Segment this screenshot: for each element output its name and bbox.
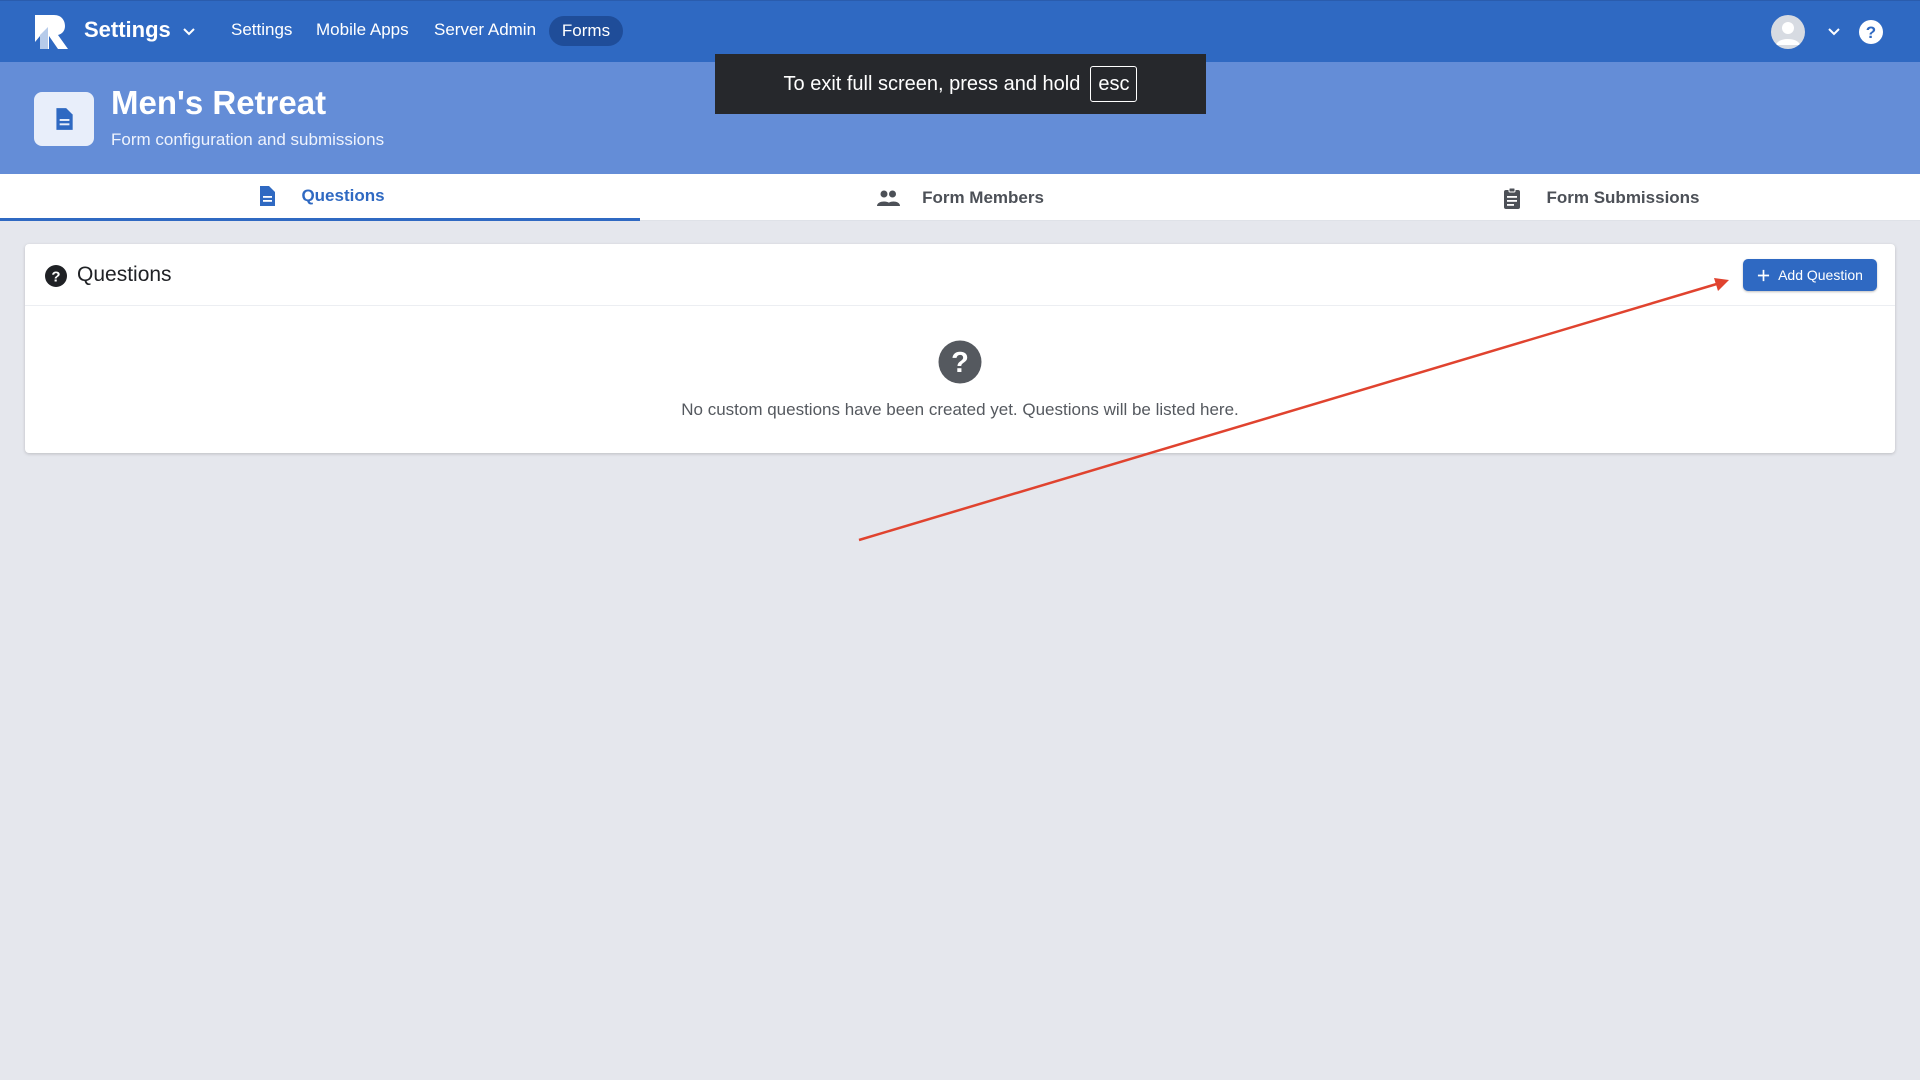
nav-item-settings[interactable]: Settings [231, 20, 292, 40]
svg-text:?: ? [951, 347, 969, 379]
questions-card: ? Questions Add Question ? No custom que… [25, 244, 1895, 453]
file-document-icon [34, 92, 94, 146]
user-icon [1776, 22, 1800, 45]
question-circle-icon: ? [45, 265, 67, 287]
app-title[interactable]: Settings [84, 17, 171, 43]
clipboard-icon [1504, 187, 1521, 209]
empty-state-message: No custom questions have been created ye… [681, 400, 1239, 419]
tab-form-members[interactable]: Form Members [640, 174, 1280, 221]
avatar[interactable] [1771, 15, 1805, 49]
add-question-label: Add Question [1778, 267, 1863, 283]
chevron-down-icon[interactable] [1826, 23, 1842, 39]
nav-item-forms[interactable]: Forms [549, 16, 623, 46]
rock-logo-icon[interactable] [32, 13, 70, 51]
card-title: Questions [77, 263, 172, 286]
tab-form-submissions[interactable]: Form Submissions [1280, 174, 1920, 221]
fullscreen-toast: To exit full screen, press and hold esc [715, 54, 1206, 114]
svg-text:?: ? [1866, 23, 1876, 42]
question-circle-icon: ? [938, 340, 982, 384]
users-icon [877, 190, 901, 206]
tab-label: Form Submissions [1546, 187, 1700, 207]
page-title: Men's Retreat [111, 84, 327, 121]
chevron-down-icon[interactable] [181, 23, 197, 39]
help-icon[interactable]: ? [1858, 19, 1884, 45]
plus-icon [1758, 269, 1770, 281]
page-subtitle: Form configuration and submissions [111, 130, 385, 149]
tab-questions[interactable]: Questions [0, 174, 640, 221]
toast-key: esc [1090, 66, 1138, 102]
tab-bar: Questions Form Members Form Submissions [0, 174, 1920, 221]
top-navbar: Settings Settings Mobile Apps Server Adm… [0, 0, 1920, 62]
file-document-icon [260, 186, 276, 206]
nav-item-mobile-apps[interactable]: Mobile Apps [316, 20, 409, 40]
toast-text: To exit full screen, press and hold [783, 72, 1081, 95]
card-header: ? Questions Add Question [25, 244, 1895, 306]
nav-item-server-admin[interactable]: Server Admin [434, 20, 536, 40]
svg-text:?: ? [51, 269, 60, 286]
add-question-button[interactable]: Add Question [1743, 259, 1877, 291]
tab-label: Form Members [922, 187, 1044, 207]
tab-label: Questions [301, 186, 385, 205]
